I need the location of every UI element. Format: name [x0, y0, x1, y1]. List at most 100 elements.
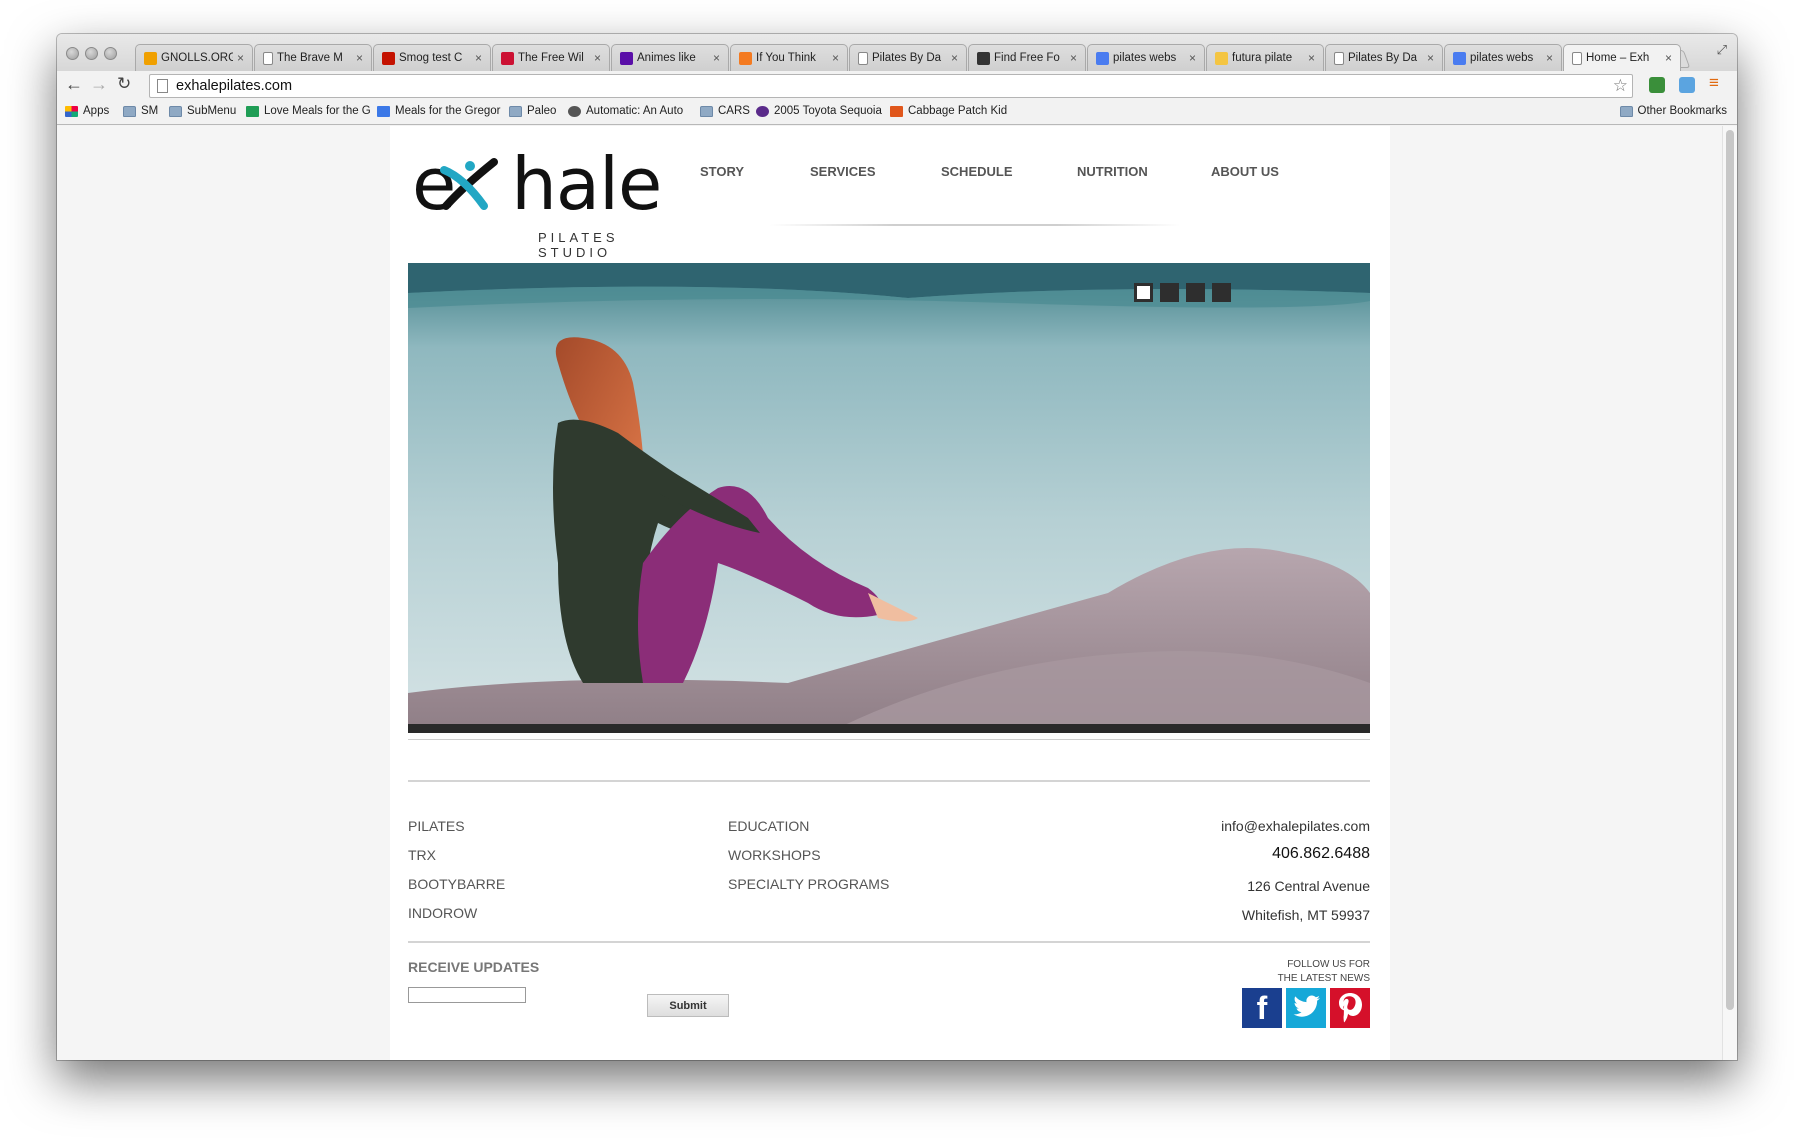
close-window-button[interactable] [66, 47, 79, 60]
bookmark-item[interactable]: Paleo [509, 105, 556, 117]
browser-tab[interactable]: The Brave M × [254, 44, 372, 71]
link-workshops[interactable]: WORKSHOPS [728, 847, 821, 863]
browser-tab[interactable]: Smog test C × [373, 44, 491, 71]
tab-title: If You Think [756, 52, 816, 64]
folder-icon [1619, 105, 1633, 117]
pinterest-icon[interactable] [1330, 988, 1370, 1028]
page-icon [157, 79, 168, 93]
slider-dot-4[interactable] [1212, 283, 1231, 302]
email-signup-input[interactable] [408, 987, 526, 1003]
bookmark-item[interactable]: Love Meals for the G [246, 105, 371, 117]
browser-tab[interactable]: pilates webs × [1087, 44, 1205, 71]
browser-tab[interactable]: pilates webs × [1444, 44, 1562, 71]
facebook-icon[interactable]: f [1242, 988, 1282, 1028]
tab-close-icon[interactable]: × [713, 51, 720, 65]
submit-button[interactable]: Submit [647, 994, 729, 1017]
browser-tab[interactable]: Pilates By Da × [1325, 44, 1443, 71]
bookmark-item[interactable]: 2005 Toyota Sequoia [756, 105, 882, 117]
bookmark-item[interactable]: Apps [65, 105, 109, 117]
logo-x-figure-icon [440, 158, 498, 210]
slider-dot-2[interactable] [1160, 283, 1179, 302]
reload-icon[interactable]: ↻ [117, 74, 131, 94]
tab-close-icon[interactable]: × [1427, 51, 1434, 65]
slider-dot-3[interactable] [1186, 283, 1205, 302]
bookmark-item[interactable]: Automatic: An Auto [568, 105, 683, 117]
browser-tab[interactable]: Find Free Fo × [968, 44, 1086, 71]
scrollbar[interactable] [1722, 126, 1737, 1060]
exhale-logo[interactable]: e hale PILATES STUDIO [412, 144, 682, 260]
link-education[interactable]: EDUCATION [728, 818, 809, 834]
bookmark-item[interactable]: Cabbage Patch Kid [890, 105, 1007, 117]
tab-title: pilates webs [1113, 52, 1177, 64]
nav-schedule[interactable]: SCHEDULE [941, 164, 1077, 179]
link-specialty-programs[interactable]: SPECIALTY PROGRAMS [728, 876, 889, 892]
automatic-icon [568, 105, 581, 117]
browser-tab[interactable]: The Free Wil × [492, 44, 610, 71]
slider-dot-1[interactable] [1134, 283, 1153, 302]
docs-icon [377, 105, 390, 117]
bookmark-label: Meals for the Gregor [395, 105, 501, 117]
tab-close-icon[interactable]: × [1546, 51, 1553, 65]
zoom-window-button[interactable] [104, 47, 117, 60]
folder-icon [169, 105, 182, 117]
minimize-window-button[interactable] [85, 47, 98, 60]
nav-divider [770, 224, 1180, 226]
tab-close-icon[interactable]: × [1308, 51, 1315, 65]
browser-tab[interactable]: If You Think × [730, 44, 848, 71]
other-bookmarks[interactable]: Other Bookmarks [1619, 105, 1727, 117]
tab-close-icon[interactable]: × [1189, 51, 1196, 65]
window-extension-icon[interactable] [1679, 77, 1695, 93]
tab-title: Pilates By Da [872, 52, 942, 64]
tab-close-icon[interactable]: × [832, 51, 839, 65]
tab-title: Animes like [637, 52, 696, 64]
bookmark-item[interactable]: SubMenu [169, 105, 236, 117]
evernote-extension-icon[interactable] [1649, 77, 1665, 93]
browser-tab[interactable]: Pilates By Da × [849, 44, 967, 71]
scroll-thumb[interactable] [1726, 130, 1734, 1010]
nav-nutrition[interactable]: NUTRITION [1077, 164, 1211, 179]
tab-close-icon[interactable]: × [475, 51, 482, 65]
tab-close-icon[interactable]: × [951, 51, 958, 65]
browser-tab[interactable]: futura pilate × [1206, 44, 1324, 71]
bookmark-item[interactable]: SM [123, 105, 158, 117]
tab-close-icon[interactable]: × [237, 51, 244, 65]
nav-story[interactable]: STORY [700, 164, 810, 179]
browser-tab[interactable]: Animes like × [611, 44, 729, 71]
menu-icon[interactable]: ≡ [1709, 74, 1725, 92]
tab-close-icon[interactable]: × [356, 51, 363, 65]
link-bootybarre[interactable]: BOOTYBARRE [408, 876, 505, 892]
link-indorow[interactable]: INDOROW [408, 905, 477, 921]
hero-slider[interactable] [408, 263, 1370, 733]
follow-us-text: FOLLOW US FOR THE LATEST NEWS [1278, 958, 1370, 986]
tab-close-icon[interactable]: × [1070, 51, 1077, 65]
tab-close-icon[interactable]: × [1665, 51, 1672, 65]
contact-email[interactable]: info@exhalepilates.com [1221, 818, 1370, 834]
tab-close-icon[interactable]: × [594, 51, 601, 65]
twitter-icon[interactable] [1286, 988, 1326, 1028]
tab-title: futura pilate [1232, 52, 1293, 64]
bookmark-item[interactable]: CARS [700, 105, 750, 117]
follow-line-1: FOLLOW US FOR [1287, 959, 1370, 970]
tab-title: Pilates By Da [1348, 52, 1418, 64]
google-icon [1453, 51, 1466, 65]
divider [408, 941, 1370, 943]
page-viewport: e hale PILATES STUDIO STORY SERVICES SCHE… [57, 126, 1737, 1060]
tab-title: The Free Wil [518, 52, 584, 64]
forward-icon[interactable]: → [90, 74, 108, 95]
back-icon[interactable]: ← [65, 74, 83, 95]
tab-title: Find Free Fo [994, 52, 1060, 64]
nav-about-us[interactable]: ABOUT US [1211, 164, 1279, 179]
bookmark-star-icon[interactable]: ☆ [1613, 75, 1628, 97]
cloud-icon [144, 51, 157, 65]
browser-tab[interactable]: Home – Exh × [1563, 44, 1681, 71]
bookmark-item[interactable]: Meals for the Gregor [377, 105, 500, 117]
link-pilates[interactable]: PILATES [408, 818, 465, 834]
fullscreen-icon[interactable]: ⤢ [1717, 42, 1727, 58]
url-text: exhalepilates.com [176, 78, 293, 94]
browser-tab[interactable]: GNOLLS.ORG × [135, 44, 253, 71]
link-trx[interactable]: TRX [408, 847, 436, 863]
flag-icon [501, 51, 514, 65]
nav-services[interactable]: SERVICES [810, 164, 941, 179]
receive-updates-heading: RECEIVE UPDATES [408, 959, 540, 975]
address-bar[interactable]: exhalepilates.com ☆ [149, 74, 1633, 98]
